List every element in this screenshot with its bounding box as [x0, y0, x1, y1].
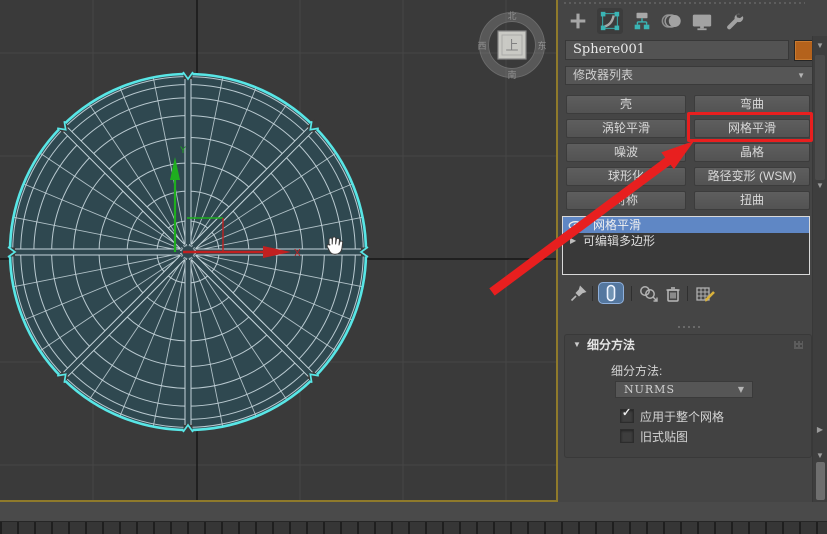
display-icon	[692, 14, 712, 31]
chevron-down-icon: ▼	[797, 70, 805, 80]
panel-scrollbar[interactable]: ▼ ▼ ▶ ▼	[812, 36, 827, 502]
tab-hierarchy[interactable]	[629, 8, 655, 34]
svg-text:东: 东	[537, 40, 546, 51]
svg-text:北: 北	[507, 11, 516, 21]
svg-text:上: 上	[505, 38, 518, 53]
viewport-canvas[interactable]: Y X 上 北南 西 东	[0, 0, 556, 500]
pin-icon[interactable]	[570, 284, 588, 302]
checkbox-checked[interactable]: ✓	[620, 407, 634, 423]
panel-drag-dots	[564, 2, 805, 4]
modifier-stack: 网格平滑 ▶ 可编辑多边形	[562, 216, 810, 275]
rollout-title: 细分方法	[587, 338, 636, 352]
tab-modify[interactable]	[597, 8, 623, 34]
rollout-subdivision-method: ▼ 细分方法 细分方法: NURMS ▼ ✓ 应用于整个网格 ✓ 旧式贴图	[564, 334, 812, 458]
highlight-box-meshsmooth	[687, 112, 813, 142]
top-viewport[interactable]: Y X 上 北南 西 东	[0, 0, 558, 502]
modifier-list-label: 修改器列表	[573, 68, 634, 82]
toolbar-separator	[631, 286, 632, 301]
command-panel: Sphere001 修改器列表 ▼ 壳 弯曲 涡轮平滑 网格平滑 噪波 晶格 球…	[558, 0, 827, 502]
plus-icon	[570, 13, 586, 29]
modify-icon	[600, 11, 620, 31]
make-unique-icon[interactable]	[638, 284, 660, 304]
wrench-icon	[727, 13, 744, 30]
modifier-list-dropdown[interactable]: 修改器列表 ▼	[565, 66, 813, 85]
scroll-down-icon[interactable]: ▼	[813, 182, 827, 190]
svg-text:南: 南	[507, 69, 516, 80]
rollout-drag-dots[interactable]	[678, 326, 700, 328]
check-icon: ✓	[622, 407, 632, 419]
checkbox-label: 应用于整个网格	[640, 410, 725, 424]
tab-utilities[interactable]	[720, 8, 746, 34]
show-end-result-icon	[606, 284, 616, 302]
show-end-result-button[interactable]	[598, 282, 624, 304]
dropdown-value: NURMS	[624, 383, 675, 396]
tab-motion[interactable]	[659, 8, 685, 34]
scroll-right-icon[interactable]: ▶	[813, 426, 827, 434]
modifier-button-spherify[interactable]: 球形化	[566, 167, 686, 186]
scroll-down-icon[interactable]: ▼	[813, 452, 827, 460]
collapse-icon[interactable]: ▼	[573, 335, 581, 355]
time-slider-bar[interactable]	[0, 502, 827, 521]
3dsmax-window: Y X 上 北南 西 东 Sphere001 修改器列表 ▼ 壳 弯曲 涡轮平滑 网格平滑…	[0, 0, 827, 534]
apply-to-whole-mesh-row[interactable]: ✓ 应用于整个网格	[620, 407, 725, 424]
modifier-button-pathdeform-wsm[interactable]: 路径变形 (WSM)	[694, 167, 810, 186]
toolbar-separator	[687, 286, 688, 301]
motion-icon	[661, 14, 681, 28]
stack-row-label: 网格平滑	[593, 218, 642, 232]
chevron-down-icon: ▼	[737, 384, 745, 394]
configure-sets-icon[interactable]	[695, 284, 716, 304]
stack-toolbar	[558, 282, 818, 306]
svg-text:Y: Y	[180, 145, 186, 155]
scrollbar-thumb[interactable]	[815, 55, 825, 180]
rollout-header[interactable]: ▼ 细分方法	[565, 335, 811, 355]
object-name-field[interactable]: Sphere001	[565, 40, 789, 60]
subdivision-method-dropdown[interactable]: NURMS ▼	[615, 381, 753, 398]
subdivision-method-label: 细分方法:	[611, 364, 663, 378]
eye-icon[interactable]	[568, 220, 583, 231]
scrollbar-thumb[interactable]	[816, 462, 825, 500]
track-bar[interactable]	[0, 521, 827, 534]
checkbox-label: 旧式贴图	[640, 430, 689, 444]
object-name: Sphere001	[573, 42, 646, 57]
tab-display[interactable]	[689, 8, 715, 34]
tab-create[interactable]	[565, 8, 591, 34]
svg-text:X: X	[294, 248, 301, 259]
remove-modifier-icon[interactable]	[664, 284, 682, 304]
modifier-button-twist[interactable]: 扭曲	[694, 191, 810, 210]
hierarchy-icon	[634, 12, 650, 30]
stack-row-meshsmooth[interactable]: 网格平滑	[563, 217, 809, 233]
scroll-up-icon[interactable]: ▼	[813, 42, 827, 50]
svg-text:西: 西	[477, 41, 486, 51]
modifier-button-lattice[interactable]: 晶格	[694, 143, 810, 162]
modifier-button-symmetry[interactable]: 对称	[566, 191, 686, 210]
modifier-button-shell[interactable]: 壳	[566, 95, 686, 114]
rollout-grip-icon	[794, 341, 803, 349]
expander-icon[interactable]: ▶	[570, 233, 576, 249]
modifier-button-turbosmooth[interactable]: 涡轮平滑	[566, 119, 686, 138]
toolbar-separator	[592, 286, 593, 301]
stack-row-editable-poly[interactable]: ▶ 可编辑多边形	[563, 233, 809, 249]
checkbox-unchecked[interactable]: ✓	[620, 429, 634, 443]
stack-row-label: 可编辑多边形	[583, 234, 656, 248]
legacy-maps-row[interactable]: ✓ 旧式贴图	[620, 429, 689, 444]
modifier-button-noise[interactable]: 噪波	[566, 143, 686, 162]
